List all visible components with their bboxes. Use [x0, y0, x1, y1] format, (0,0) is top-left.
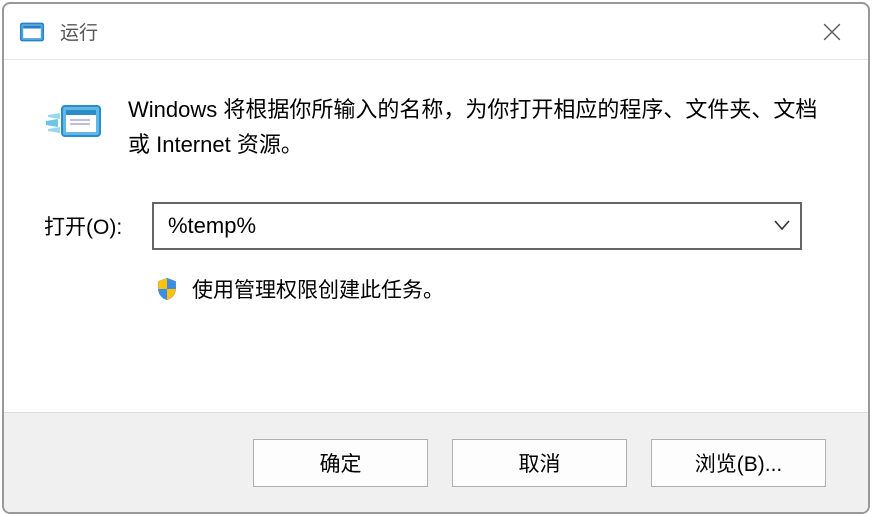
close-button[interactable] [808, 8, 856, 56]
open-label: 打开(O): [44, 211, 136, 241]
dialog-footer: 确定 取消 浏览(B)... [4, 412, 868, 512]
cancel-button[interactable]: 取消 [452, 439, 627, 487]
close-icon [823, 23, 841, 41]
shield-icon [154, 276, 180, 302]
run-icon-small [16, 16, 48, 48]
run-dialog: 运行 Windows 将根据你 [2, 2, 870, 514]
ok-button[interactable]: 确定 [253, 439, 428, 487]
dialog-content: Windows 将根据你所输入的名称，为你打开相应的程序、文件夹、文档或 Int… [4, 60, 868, 412]
command-combobox[interactable] [152, 202, 802, 250]
browse-button[interactable]: 浏览(B)... [651, 439, 826, 487]
dialog-title: 运行 [60, 18, 98, 45]
command-input[interactable] [152, 202, 802, 250]
admin-note: 使用管理权限创建此任务。 [192, 274, 444, 304]
dialog-description: Windows 将根据你所输入的名称，为你打开相应的程序、文件夹、文档或 Int… [128, 92, 828, 162]
run-icon-large [44, 96, 104, 150]
titlebar: 运行 [4, 4, 868, 60]
